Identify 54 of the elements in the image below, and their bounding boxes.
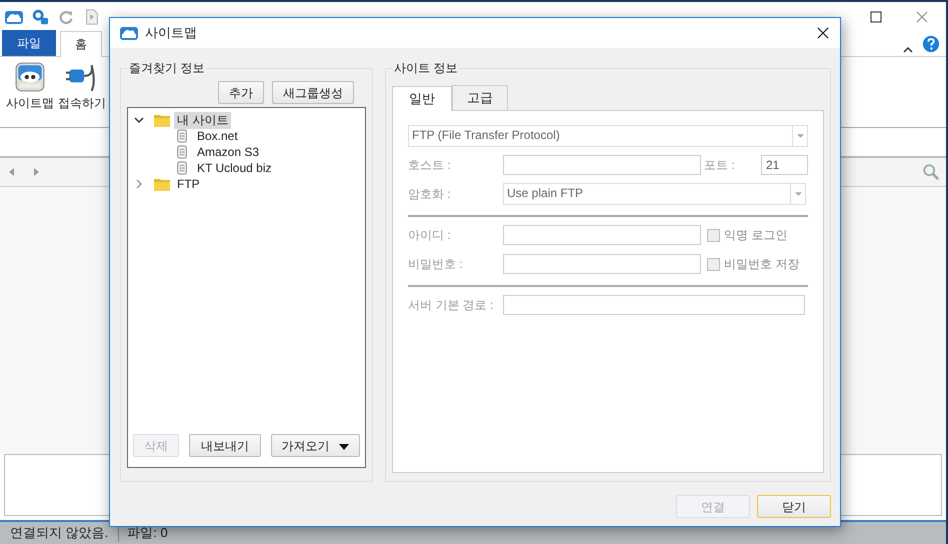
caret-icon [794,192,802,196]
checkbox[interactable] [707,258,720,270]
checkbox[interactable] [707,228,720,242]
tab[interactable]: 고급 [452,85,508,110]
status-text: 연결되지 않았음. [10,524,108,542]
tree-item[interactable]: Box.net [194,129,241,143]
field-label: 비밀번호 : [408,256,464,272]
checkbox-label: 익명 로그인 [724,226,788,244]
folder-icon [154,177,170,191]
help-icon[interactable] [922,35,940,53]
tab[interactable]: 일반 [392,86,452,111]
tree-item[interactable]: 내 사이트 [174,112,232,128]
action-button[interactable]: 내보내기 [188,434,261,457]
dialog-title: 사이트맵 [145,24,197,42]
host-field[interactable] [503,155,701,175]
ribbon-tab[interactable]: 홈 [60,31,102,57]
action-button[interactable]: 가져오기 [270,434,360,457]
drive-icon [119,24,139,42]
ribbon-button[interactable]: 사이트맵 [6,61,54,123]
group-button[interactable]: 새그룹생성 [272,81,354,104]
id-field[interactable] [503,225,701,245]
field-label: 아이디 : [408,226,452,244]
group-title: 사이트 정보 [393,60,458,77]
protocol-dropdown[interactable]: FTP (File Transfer Protocol) [408,125,808,147]
checkbox-label: 비밀번호 저장 [724,256,800,272]
dialog-button[interactable]: 닫기 [757,495,831,518]
field-label: 서버 기본 경로 : [408,296,494,314]
field-label: 암호화 : [408,186,452,202]
path-field[interactable] [503,295,805,315]
port-field[interactable]: 21 [761,155,808,175]
password-field[interactable] [503,254,701,274]
encryption-dropdown[interactable]: Use plain FTP [503,183,806,205]
maximize-icon[interactable] [870,11,882,23]
caret-icon [339,444,349,450]
field-label: 포트 : [704,156,736,174]
folder-icon [154,113,170,127]
drive-icon [14,61,46,93]
group-title: 즐겨찾기 정보 [128,60,206,77]
expander-icon[interactable] [134,115,144,125]
search-icon[interactable] [922,163,940,181]
caret-icon [796,134,804,138]
group-button[interactable]: 추가 [218,81,264,104]
ribbon-tab[interactable]: 파일 [2,30,56,56]
close-icon[interactable] [817,27,829,39]
drive-icon[interactable] [4,8,24,26]
field-label: 호스트 : [408,156,452,174]
tree-item[interactable]: Amazon S3 [194,145,262,159]
server-icon [174,145,190,159]
tree-item[interactable]: KT Ucloud biz [194,161,274,175]
server-icon [174,161,190,175]
tree-item[interactable]: FTP [174,177,203,191]
server-icon [174,129,190,143]
ribbon-button[interactable]: 접속하기 [58,61,106,123]
plug-icon[interactable] [30,8,50,26]
